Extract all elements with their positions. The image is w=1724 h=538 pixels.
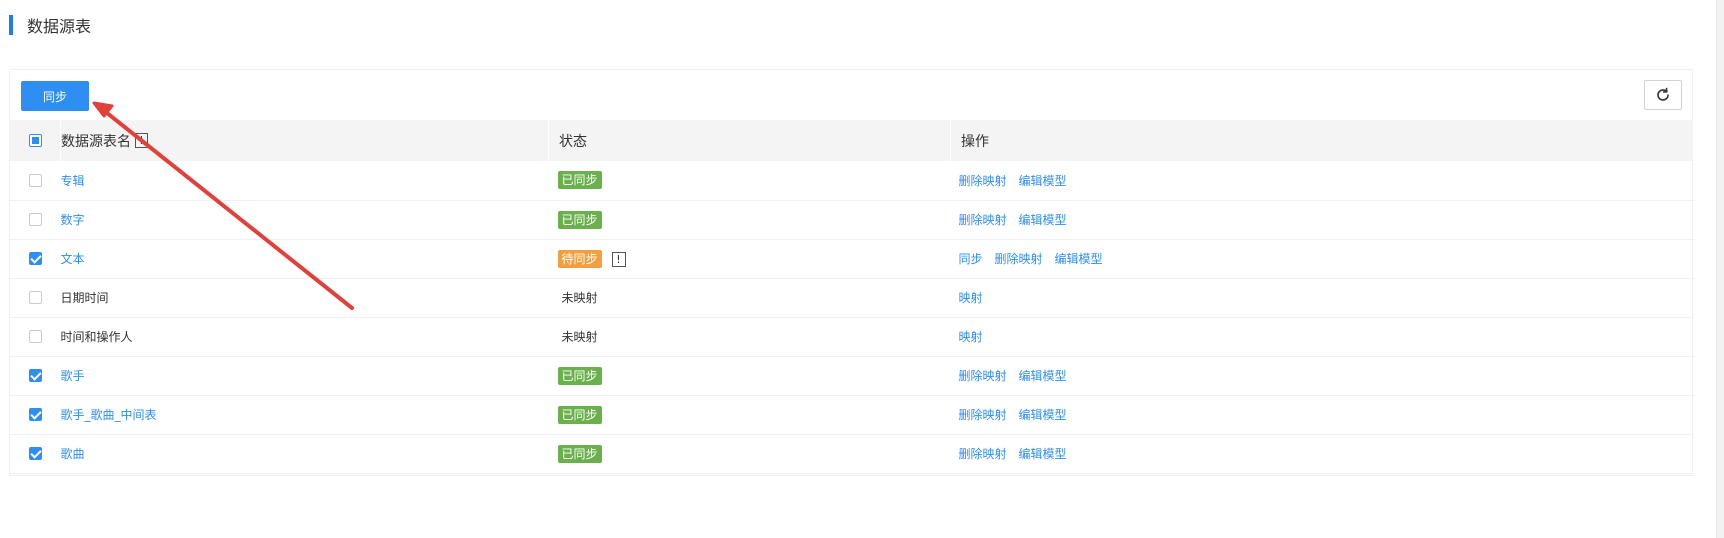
edit-model-link[interactable]: 编辑模型	[1019, 369, 1067, 383]
status-badge: 已同步	[557, 210, 602, 229]
row-checkbox[interactable]	[29, 330, 42, 343]
title-accent-bar	[9, 15, 13, 35]
row-select-cell	[10, 317, 61, 356]
delete-mapping-link[interactable]: 删除映射	[959, 408, 1007, 422]
row-select-cell	[10, 239, 61, 278]
table-row: 数字 已同步 删除映射 编辑模型	[10, 200, 1694, 239]
edit-model-link[interactable]: 编辑模型	[1019, 447, 1067, 461]
row-status-cell: 未映射	[549, 317, 951, 356]
delete-mapping-link[interactable]: 删除映射	[959, 447, 1007, 461]
row-name-cell: 专辑	[61, 161, 549, 200]
row-name-cell: 日期时间	[61, 278, 549, 317]
row-checkbox[interactable]	[29, 408, 42, 421]
row-actions-cell: 映射	[951, 317, 1694, 356]
table-name-link[interactable]: 歌曲	[61, 447, 85, 461]
row-actions-cell: 删除映射 编辑模型	[951, 200, 1694, 239]
edit-model-link[interactable]: 编辑模型	[1055, 252, 1103, 266]
status-badge: 未映射	[561, 291, 598, 305]
warning-icon[interactable]: !	[611, 251, 626, 267]
map-link[interactable]: 映射	[959, 291, 983, 305]
status-badge: 待同步	[557, 249, 602, 268]
status-badge: 已同步	[557, 366, 602, 385]
row-name-cell: 时间和操作人	[61, 317, 549, 356]
page-scrollbar[interactable]	[1716, 0, 1724, 538]
sync-link[interactable]: 同步	[959, 252, 983, 266]
delete-mapping-link[interactable]: 删除映射	[959, 174, 1007, 188]
column-header-name: 数据源表名 !	[60, 120, 549, 161]
datasource-table: 数据源表名 ! 状态 操作 专辑 已同步 删除映射 编辑模型 数字 已同步 删除映射 编辑模型…	[10, 120, 1694, 474]
table-body: 专辑 已同步 删除映射 编辑模型 数字 已同步 删除映射 编辑模型 文本 待同步! 同步 删除映射 编辑…	[10, 161, 1694, 473]
delete-mapping-link[interactable]: 删除映射	[959, 213, 1007, 227]
edit-model-link[interactable]: 编辑模型	[1019, 174, 1067, 188]
column-name-label: 数据源表名	[61, 133, 131, 150]
row-status-cell: 已同步	[549, 356, 951, 395]
row-status-cell: 已同步	[549, 434, 951, 473]
row-checkbox[interactable]	[29, 447, 42, 460]
table-header-row: 数据源表名 ! 状态 操作	[10, 120, 1694, 161]
row-status-cell: 已同步	[549, 161, 951, 200]
row-checkbox[interactable]	[29, 173, 42, 187]
page-header: 数据源表	[9, 14, 91, 36]
table-row: 专辑 已同步 删除映射 编辑模型	[10, 161, 1694, 200]
table-name-link[interactable]: 歌手_歌曲_中间表	[61, 408, 157, 422]
select-all-cell	[10, 120, 61, 161]
row-checkbox[interactable]	[29, 291, 42, 304]
row-name-cell: 文本	[61, 239, 549, 278]
row-actions-cell: 删除映射 编辑模型	[951, 395, 1694, 434]
row-status-cell: 待同步!	[549, 239, 951, 278]
row-name-cell: 歌手	[61, 356, 549, 395]
row-name-cell: 歌曲	[61, 434, 549, 473]
name-hint-icon[interactable]: !	[135, 133, 148, 148]
table-row: 歌手 已同步 删除映射 编辑模型	[10, 356, 1694, 395]
row-select-cell	[10, 200, 61, 239]
status-badge: 已同步	[557, 171, 602, 190]
row-status-cell: 已同步	[549, 395, 951, 434]
table-name-link[interactable]: 数字	[61, 213, 85, 227]
table-row: 日期时间 未映射 映射	[10, 278, 1694, 317]
edit-model-link[interactable]: 编辑模型	[1019, 408, 1067, 422]
sync-button[interactable]: 同步	[21, 81, 89, 111]
refresh-icon	[1657, 87, 1669, 101]
column-header-actions: 操作	[950, 120, 1694, 161]
row-select-cell	[10, 395, 61, 434]
row-checkbox[interactable]	[29, 213, 42, 226]
row-checkbox[interactable]	[29, 369, 42, 382]
table-name-link[interactable]: 文本	[61, 252, 85, 266]
row-name-cell: 歌手_歌曲_中间表	[61, 395, 549, 434]
row-checkbox[interactable]	[29, 252, 42, 265]
map-link[interactable]: 映射	[959, 330, 983, 344]
row-name-cell: 数字	[61, 200, 549, 239]
row-actions-cell: 删除映射 编辑模型	[951, 356, 1694, 395]
status-badge: 未映射	[561, 330, 598, 344]
row-select-cell	[10, 278, 61, 317]
table-row: 歌手_歌曲_中间表 已同步 删除映射 编辑模型	[10, 395, 1694, 434]
datasource-panel: 同步 数据源表名 ! 状态 操作 专辑 已同步 删除映射 编辑模型 数字 已同步…	[9, 69, 1694, 476]
table-row: 文本 待同步! 同步 删除映射 编辑模型	[10, 239, 1694, 278]
delete-mapping-link[interactable]: 删除映射	[995, 252, 1043, 266]
status-badge: 已同步	[557, 405, 602, 424]
page-title: 数据源表	[27, 17, 92, 36]
table-name-text: 日期时间	[60, 291, 109, 305]
status-badge: 已同步	[557, 444, 602, 463]
row-actions-cell: 删除映射 编辑模型	[951, 161, 1694, 200]
row-actions-cell: 同步 删除映射 编辑模型	[951, 239, 1694, 278]
table-name-text: 时间和操作人	[60, 330, 133, 344]
row-select-cell	[10, 161, 61, 200]
row-select-cell	[10, 356, 61, 395]
row-status-cell: 已同步	[549, 200, 951, 239]
table-row: 时间和操作人 未映射 映射	[10, 317, 1694, 356]
row-actions-cell: 映射	[951, 278, 1694, 317]
table-name-link[interactable]: 歌手	[61, 369, 85, 383]
row-select-cell	[10, 434, 61, 473]
table-row: 歌曲 已同步 删除映射 编辑模型	[10, 434, 1694, 473]
row-actions-cell: 删除映射 编辑模型	[951, 434, 1694, 473]
delete-mapping-link[interactable]: 删除映射	[959, 369, 1007, 383]
edit-model-link[interactable]: 编辑模型	[1019, 213, 1067, 227]
refresh-button[interactable]	[1644, 80, 1682, 110]
row-status-cell: 未映射	[549, 278, 951, 317]
select-all-checkbox[interactable]	[29, 134, 42, 147]
column-header-status: 状态	[548, 120, 951, 161]
table-name-link[interactable]: 专辑	[61, 174, 85, 188]
